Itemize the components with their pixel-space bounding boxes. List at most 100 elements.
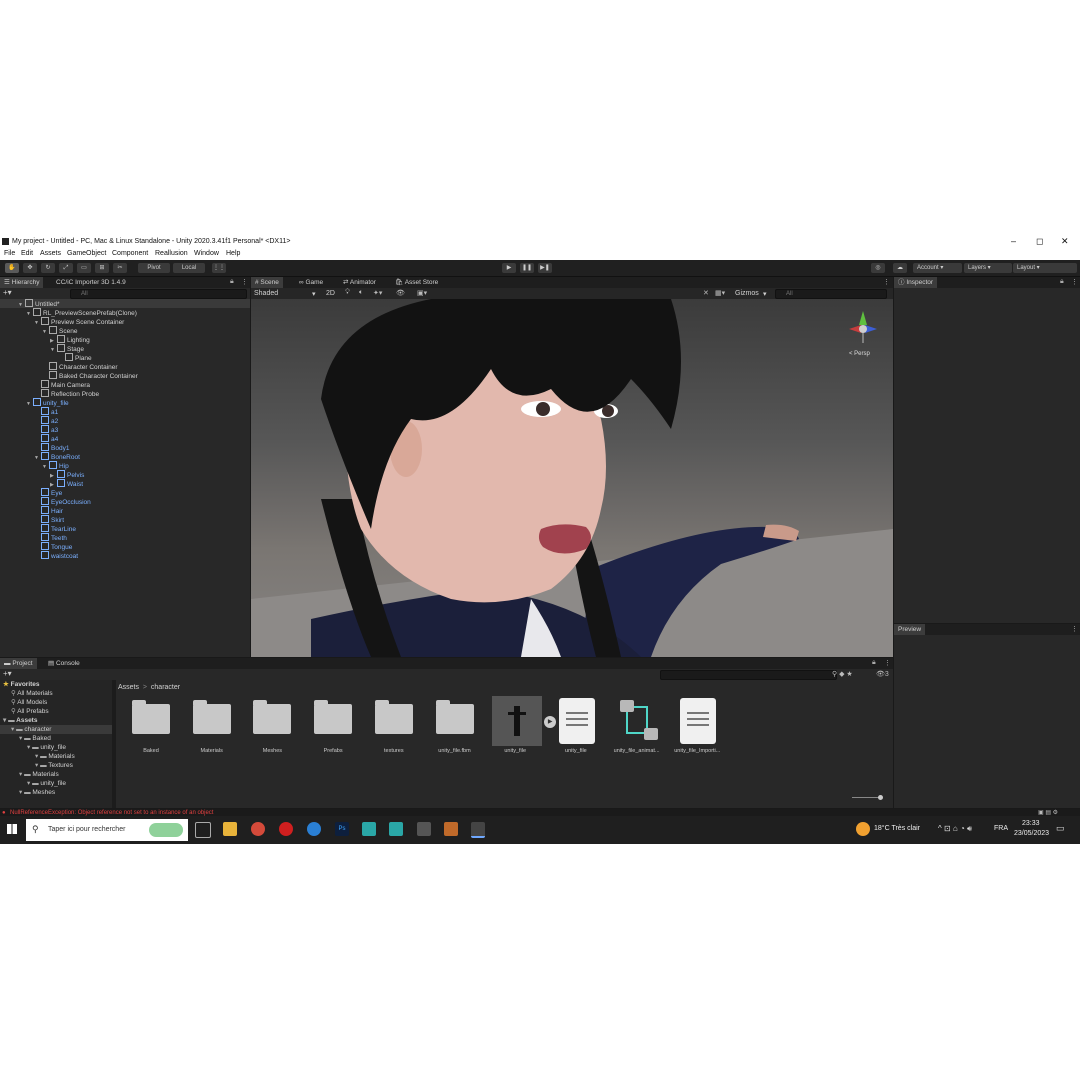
menu-gameobject[interactable]: GameObject [67, 250, 106, 257]
hierarchy-item[interactable]: ▼ Untitled* [0, 299, 250, 308]
project-tree-item[interactable]: ▾ ▬ Textures [0, 761, 112, 770]
chrome-icon[interactable] [251, 822, 265, 836]
photoshop-icon[interactable]: Ps [335, 822, 349, 836]
asset-item[interactable]: unity_file.fbm [434, 698, 476, 756]
inspector-more-icon[interactable]: ⋮ [1071, 278, 1078, 286]
expand-arrow-icon[interactable]: ▼ [18, 301, 25, 310]
tab-inspector[interactable]: ⓘ Inspector [894, 277, 938, 288]
hierarchy-item[interactable]: TearLine [34, 524, 76, 533]
project-tree-item[interactable]: ⚲ All Prefabs [0, 707, 112, 716]
grid-snap-icon[interactable]: ⋮⋮ [212, 263, 226, 273]
menu-component[interactable]: Component [112, 250, 148, 257]
layers-dropdown[interactable]: Layers ▾ [964, 263, 1012, 273]
project-tree-item[interactable]: ▾ ▬ character [0, 725, 112, 734]
hierarchy-item[interactable]: Plane [58, 353, 92, 362]
weather-text[interactable]: 18°C Très clair [874, 825, 920, 832]
step-button[interactable]: ▶❚ [538, 263, 552, 273]
menu-assets[interactable]: Assets [40, 250, 61, 257]
project-lock-icon[interactable]: 🔒︎ [872, 659, 876, 667]
lighting-icon[interactable]: 💡︎ [345, 289, 350, 297]
tab-cc-importer[interactable]: CC/iC Importer 3D 1.4.9 [52, 277, 130, 288]
lock-icon[interactable]: 🔒︎ [230, 278, 234, 286]
tab-project[interactable]: ▬ Project [0, 658, 37, 669]
close-button[interactable]: ✕ [1061, 236, 1069, 247]
clock-time[interactable]: 23:33 [1022, 820, 1040, 827]
tab-preview[interactable]: Preview [894, 624, 926, 635]
shading-mode-dropdown[interactable]: Shaded [254, 290, 278, 297]
expand-arrow-icon[interactable]: ▼ [34, 454, 41, 463]
hierarchy-item[interactable]: Baked Character Container [42, 371, 138, 380]
persp-label[interactable]: < Persp [849, 351, 870, 357]
mode-2d-toggle[interactable]: 2D [326, 290, 335, 297]
hierarchy-item[interactable]: EyeOcclusion [34, 497, 91, 506]
notifications-icon[interactable]: ▭ [1056, 823, 1065, 834]
camera-settings-icon[interactable]: ▣▾ [417, 289, 427, 297]
hierarchy-item[interactable]: ▶ Waist [50, 479, 83, 488]
rotate-tool-icon[interactable]: ↻ [41, 263, 55, 273]
filter-icons[interactable]: ⚲ ◆ ★ [832, 670, 853, 678]
hierarchy-item[interactable]: ▼ Stage [50, 344, 84, 353]
asset-item[interactable]: Meshes [251, 698, 293, 756]
breadcrumb-character[interactable]: character [151, 684, 180, 691]
expand-arrow-icon[interactable]: ▼ [26, 400, 33, 409]
hierarchy-item[interactable]: Main Camera [34, 380, 90, 389]
tools-icon[interactable]: ✕ [703, 289, 709, 297]
hierarchy-item[interactable]: a2 [34, 416, 58, 425]
menu-window[interactable]: Window [194, 250, 219, 257]
project-tree-item[interactable]: ▾ ▬ Materials [0, 770, 112, 779]
layout-dropdown[interactable]: Layout ▾ [1013, 263, 1077, 273]
file-explorer-icon[interactable] [223, 822, 237, 836]
tab-console[interactable]: ▤ Console [44, 658, 84, 669]
maya-icon[interactable] [362, 822, 376, 836]
pivot-toggle[interactable]: Pivot [138, 263, 170, 273]
menu-edit[interactable]: Edit [21, 250, 33, 257]
hierarchy-item[interactable]: ▶ Lighting [50, 335, 90, 344]
hierarchy-item[interactable]: Skirt [34, 515, 64, 524]
minimize-button[interactable]: – [1011, 236, 1016, 246]
hierarchy-item[interactable]: a4 [34, 434, 58, 443]
create-button[interactable]: +▾ [3, 288, 12, 297]
hierarchy-item[interactable]: ▼ RL_PreviewScenePrefab(Clone) [26, 308, 137, 317]
unity-taskbar-icon[interactable] [471, 822, 485, 838]
project-tree-item[interactable]: ▾ ▬ Baked [0, 734, 112, 743]
hierarchy-item[interactable]: Eye [34, 488, 62, 497]
asset-item[interactable]: textures [373, 698, 415, 756]
tab-game[interactable]: ∞ Game [295, 277, 327, 288]
tab-hierarchy[interactable]: ☰ Hierarchy [0, 277, 44, 288]
expand-arrow-icon[interactable]: ▼ [42, 328, 49, 337]
play-button[interactable]: ▶ [502, 263, 516, 273]
maya-2-icon[interactable] [389, 822, 403, 836]
scene-viewport[interactable]: < Persp [251, 299, 893, 657]
preview-more-icon[interactable]: ⋮ [1071, 625, 1078, 633]
project-create-button[interactable]: +▾ [3, 669, 12, 678]
windows-start-icon[interactable] [7, 824, 17, 834]
asset-item[interactable]: Prefabs [312, 698, 354, 756]
maximize-button[interactable]: ◻ [1036, 236, 1043, 247]
view-options-icon[interactable]: ▦▾ [715, 289, 725, 297]
winrar-icon[interactable] [444, 822, 458, 836]
asset-item[interactable]: unity_file [555, 698, 597, 756]
project-tree-item[interactable]: ★ Favorites [0, 680, 112, 689]
scale-tool-icon[interactable]: ⤢ [59, 263, 73, 273]
expand-arrow-icon[interactable]: ▼ [42, 463, 49, 472]
tab-asset-store[interactable]: 🛍︎ Asset Store [391, 277, 442, 288]
tab-animator[interactable]: ⇄ Animator [339, 277, 380, 288]
hand-tool-icon[interactable]: ✋ [5, 263, 19, 273]
opera-icon[interactable] [279, 822, 293, 836]
tab-scene[interactable]: # Scene [251, 277, 283, 288]
tree-scrollbar[interactable] [112, 680, 116, 808]
hierarchy-item[interactable]: ▼ Scene [42, 326, 77, 335]
hierarchy-item[interactable]: Hair [34, 506, 63, 515]
expand-arrow-icon[interactable]: ▼ [34, 319, 41, 328]
breadcrumb-assets[interactable]: Assets [118, 684, 139, 691]
account-dropdown[interactable]: Account ▾ [913, 263, 962, 273]
scene-more-icon[interactable]: ⋮ [883, 278, 890, 286]
hierarchy-item[interactable]: ▶ Pelvis [50, 470, 84, 479]
gizmos-dropdown[interactable]: Gizmos [735, 290, 759, 297]
project-tree-item[interactable]: ▾ ▬ Meshes [0, 788, 112, 797]
hierarchy-item[interactable]: ▼ unity_file [26, 398, 69, 407]
hierarchy-item[interactable]: waistcoat [34, 551, 78, 560]
menu-reallusion[interactable]: Reallusion [155, 250, 188, 257]
hierarchy-item[interactable]: ▼ Hip [42, 461, 69, 470]
menu-help[interactable]: Help [226, 250, 240, 257]
